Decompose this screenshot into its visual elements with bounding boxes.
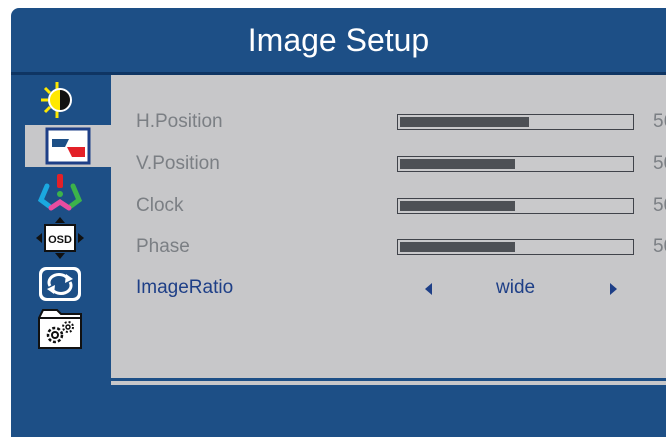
h-position-slider[interactable] xyxy=(397,114,634,130)
sidebar-item-extra[interactable] xyxy=(31,309,89,351)
sidebar: OSD xyxy=(11,75,111,385)
bottom-divider xyxy=(111,378,666,381)
ratio-prev-icon[interactable] xyxy=(425,283,432,295)
phase-row[interactable]: Phase 50 xyxy=(136,232,666,262)
extra-settings-icon xyxy=(38,309,82,349)
color-temp-icon xyxy=(37,174,83,211)
reset-icon xyxy=(39,267,81,301)
sidebar-item-image-setup[interactable] xyxy=(25,125,111,167)
phase-value: 50 xyxy=(653,236,666,257)
svg-text:OSD: OSD xyxy=(48,234,72,246)
osd-menu: Image Setup OSD H.Position 5 V.Position … xyxy=(11,8,666,437)
sidebar-item-color[interactable] xyxy=(31,171,89,213)
image-setup-icon xyxy=(45,127,91,165)
v-position-value: 50 xyxy=(653,153,666,174)
image-ratio-value: wide xyxy=(496,277,536,298)
clock-fill xyxy=(400,201,515,211)
image-ratio-row[interactable]: ImageRatio wide xyxy=(136,273,666,303)
image-ratio-label: ImageRatio xyxy=(136,277,234,298)
h-position-label: H.Position xyxy=(136,111,223,132)
phase-label: Phase xyxy=(136,236,190,257)
sidebar-item-reset[interactable] xyxy=(31,263,89,305)
osd-setup-icon: OSD xyxy=(36,217,84,259)
v-position-slider[interactable] xyxy=(397,156,634,172)
menu-title: Image Setup xyxy=(247,21,430,58)
clock-label: Clock xyxy=(136,195,184,216)
clock-value: 50 xyxy=(653,195,666,216)
clock-row[interactable]: Clock 50 xyxy=(136,191,666,221)
h-position-value: 56 xyxy=(653,111,666,132)
phase-fill xyxy=(400,242,515,252)
settings-panel: H.Position 56 V.Position 50 Clock 50 Pha… xyxy=(111,75,666,385)
h-position-fill xyxy=(400,117,529,127)
v-position-row[interactable]: V.Position 50 xyxy=(136,149,666,179)
clock-slider[interactable] xyxy=(397,198,634,214)
v-position-fill xyxy=(400,159,515,169)
sidebar-item-osd[interactable]: OSD xyxy=(31,217,89,259)
v-position-label: V.Position xyxy=(136,153,220,174)
ratio-next-icon[interactable] xyxy=(610,283,617,295)
sidebar-item-luminance[interactable] xyxy=(31,79,89,121)
luminance-icon xyxy=(41,82,72,118)
phase-slider[interactable] xyxy=(397,239,634,255)
h-position-row[interactable]: H.Position 56 xyxy=(136,107,666,137)
